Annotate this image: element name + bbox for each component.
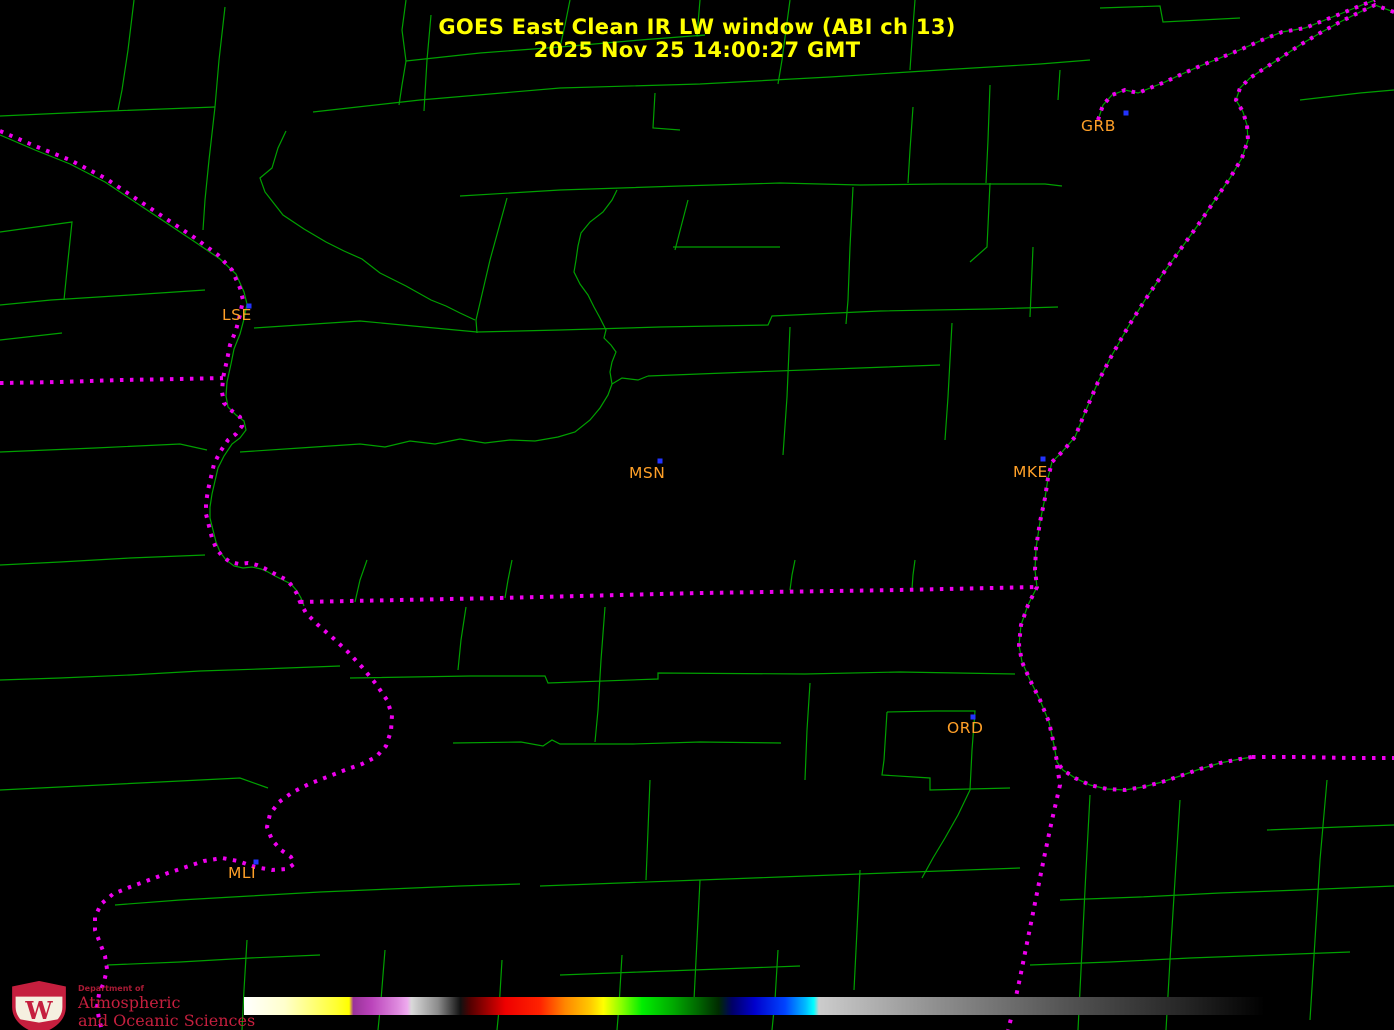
state-border-dotted-line: [0, 376, 224, 385]
county-boundary-line: [559, 965, 801, 976]
city-dot-grb: [1123, 110, 1129, 116]
county-boundary-line: [539, 867, 1021, 887]
map-canvas: LSE GRB MSN MKE ORD MLI: [0, 0, 1394, 1030]
county-boundary-line: [969, 182, 991, 263]
county-boundary-line: [457, 606, 467, 671]
city-label-mke: MKE: [1013, 463, 1048, 481]
county-boundary-line: [0, 665, 341, 681]
county-boundary-line: [594, 606, 606, 743]
city-dot-mke: [1040, 456, 1046, 462]
state-border-dotted-line: [1016, 2, 1394, 793]
county-boundary-line: [1266, 824, 1394, 831]
city-dot-msn: [657, 458, 663, 464]
county-boundary-line: [452, 739, 782, 747]
county-boundary-line: [354, 559, 368, 603]
county-boundary-line: [911, 559, 916, 590]
uw-crest-icon: W: [12, 981, 66, 1030]
satellite-map-view: LSE GRB MSN MKE ORD MLI GOES East Clean IR LW…: [0, 0, 1394, 1030]
county-boundary-line: [782, 326, 791, 456]
city-label-mli: MLI: [228, 864, 256, 882]
crest-monogram: W: [24, 996, 53, 1025]
logo-line2-text: and Oceanic Sciences: [78, 1011, 256, 1030]
county-boundary-line: [573, 189, 618, 385]
county-boundary-line: [652, 92, 681, 131]
county-boundary-line: [239, 375, 649, 453]
county-boundary-line: [985, 84, 991, 184]
city-label-msn: MSN: [629, 464, 665, 482]
county-boundary-line: [0, 554, 206, 566]
title-line-2: 2025 Nov 25 14:00:27 GMT: [533, 38, 861, 62]
county-boundary-line: [504, 559, 513, 599]
county-boundary-line: [1029, 246, 1034, 318]
county-boundary-line: [645, 779, 651, 881]
county-boundary-line: [0, 106, 216, 117]
county-boundary-line: [1018, 4, 1394, 791]
logo-dept-text: Department of: [78, 984, 145, 993]
county-boundary-line: [0, 289, 206, 306]
county-boundary-line: [0, 221, 73, 301]
county-boundary-line: [1309, 779, 1328, 1021]
city-label-ord: ORD: [947, 719, 983, 737]
county-boundary-line: [259, 130, 476, 321]
county-boundary-line: [475, 197, 508, 334]
county-boundary-line: [1029, 951, 1351, 966]
county-boundary-line: [496, 959, 503, 1030]
county-boundary-line: [106, 954, 321, 966]
county-boundary-line: [0, 332, 63, 341]
county-boundary-line: [0, 443, 208, 453]
aos-logo: W Department of Atmospheric and Oceanic …: [6, 981, 255, 1030]
title-line-1: GOES East Clean IR LW window (ABI ch 13): [438, 15, 956, 39]
county-boundary-line: [377, 949, 386, 1030]
county-boundary-line: [253, 306, 1059, 333]
city-label-grb: GRB: [1081, 117, 1116, 135]
county-boundary-line: [804, 682, 811, 781]
county-boundary-line: [114, 883, 521, 906]
logo-line1-text: Atmospheric: [78, 993, 181, 1012]
county-boundary-line: [881, 711, 1011, 791]
county-boundary-line: [845, 186, 854, 325]
state-border-dotted-line: [1252, 755, 1394, 760]
county-boundary-line: [0, 777, 269, 791]
county-boundary-line: [1299, 89, 1394, 101]
county-boundary-line: [1059, 885, 1394, 901]
city-label-lse: LSE: [222, 306, 252, 324]
county-boundary-line: [647, 364, 941, 377]
county-boundary-line: [674, 199, 689, 251]
county-boundary-line: [853, 869, 861, 991]
county-boundary-line: [0, 134, 305, 607]
county-boundary-line: [616, 954, 623, 1030]
county-boundary-line: [693, 879, 701, 1001]
county-boundary-line: [789, 559, 796, 591]
county-boundary-line: [944, 322, 953, 441]
image-title: GOES East Clean IR LW window (ABI ch 13)…: [0, 16, 1394, 62]
temperature-colorbar: [244, 997, 1265, 1015]
county-boundary-line: [771, 949, 779, 1030]
county-boundary-line: [312, 59, 1091, 113]
county-boundary-line: [349, 671, 1016, 684]
county-boundary-line: [907, 106, 914, 184]
county-boundary-line: [1165, 799, 1181, 1030]
county-boundary-line: [1057, 69, 1061, 101]
state-border-dotted-line: [1006, 764, 1063, 1030]
state-border-dotted-line: [0, 129, 395, 1030]
state-border-dotted-line: [299, 585, 1038, 604]
county-boundary-line: [1077, 794, 1091, 1030]
county-boundary-line: [459, 182, 1063, 197]
